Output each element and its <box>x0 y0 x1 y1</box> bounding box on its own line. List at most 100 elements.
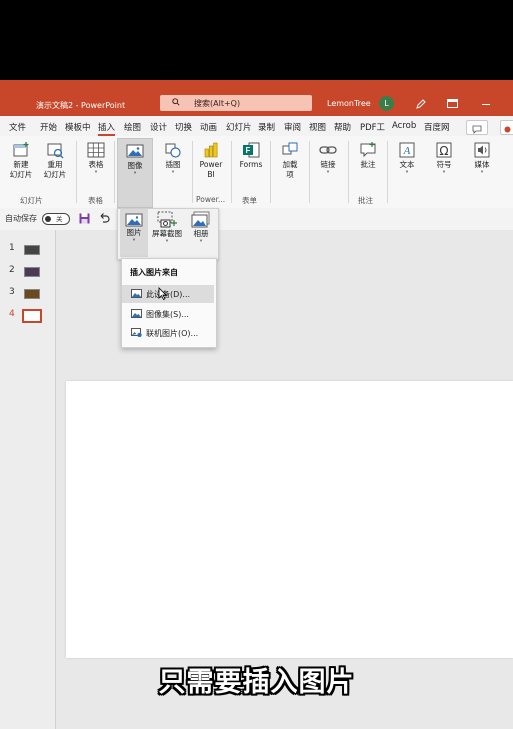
media-label: 媒体 <box>474 160 490 169</box>
screenshot-button[interactable]: 屏幕截图 ˅ <box>150 210 184 249</box>
new-slide-label-2: 幻灯片 <box>9 170 33 179</box>
slide-thumbnail[interactable] <box>24 289 40 299</box>
link-dropdown-arrow: ˅ <box>326 170 330 179</box>
tab-home[interactable]: 开始 <box>40 121 57 133</box>
text-dropdown-arrow: ˅ <box>405 170 409 179</box>
tab-help[interactable]: 帮助 <box>334 121 351 133</box>
screenshot-icon <box>157 211 177 228</box>
tab-file[interactable]: 文件 <box>9 121 26 133</box>
image-icon <box>126 144 144 158</box>
pictures-button[interactable]: 图片 ˅ <box>120 209 148 257</box>
undo-icon[interactable] <box>98 212 110 224</box>
reuse-slide-button[interactable]: 重用 幻灯片 <box>38 140 72 180</box>
slide-canvas[interactable] <box>66 381 513 658</box>
addins-button[interactable]: 加载 项 <box>273 140 307 180</box>
power-bi-label-2: BI <box>207 170 215 179</box>
tab-review[interactable]: 审阅 <box>284 121 301 133</box>
tab-view[interactable]: 视图 <box>309 121 326 133</box>
autosave-state: 关 <box>56 215 63 223</box>
media-button[interactable]: 媒体 ˅ <box>465 140 499 180</box>
ribbon-display-icon[interactable] <box>447 99 458 108</box>
quick-access-toolbar <box>0 208 513 230</box>
shapes-icon <box>165 143 181 158</box>
save-icon[interactable] <box>79 213 90 224</box>
group-label-tables: 表格 <box>88 196 103 205</box>
tab-slideshow[interactable]: 幻灯片 <box>226 121 252 133</box>
avatar[interactable]: L <box>379 96 394 111</box>
tab-insert[interactable]: 插入 <box>98 121 116 136</box>
group-separator <box>309 141 310 203</box>
tab-baidu[interactable]: 百度网 <box>424 121 450 133</box>
tab-draw[interactable]: 绘图 <box>124 121 141 133</box>
tab-acrobat[interactable]: Acrob <box>392 121 416 131</box>
group-separator <box>270 141 271 203</box>
slide-thumbnail[interactable] <box>24 267 40 277</box>
window-title: 演示文稿2 - PowerPoint <box>36 101 126 110</box>
symbol-dropdown-arrow: ˅ <box>442 170 446 179</box>
slide-thumbnail[interactable] <box>24 245 40 255</box>
minimize-icon[interactable] <box>482 104 490 105</box>
group-label-forms: 表单 <box>242 196 257 205</box>
comments-button[interactable] <box>466 120 488 135</box>
power-bi-button[interactable]: Power BI <box>194 140 228 180</box>
online-pictures-icon <box>131 328 142 337</box>
slide-number: 4 <box>9 309 15 319</box>
tab-transitions[interactable]: 切换 <box>175 121 192 133</box>
power-bi-icon <box>204 142 218 158</box>
text-icon: A <box>399 142 415 158</box>
new-slide-label-1: 新建 <box>13 160 29 169</box>
reuse-slide-icon <box>47 143 64 159</box>
table-button[interactable]: 表格 ˅ <box>79 140 113 180</box>
symbol-button[interactable]: Ω 符号 ˅ <box>427 140 461 180</box>
text-button[interactable]: A 文本 ˅ <box>390 140 424 180</box>
table-dropdown-arrow: ˅ <box>94 170 98 179</box>
image-dropdown-arrow: ˅ <box>133 171 137 180</box>
tab-design[interactable]: 设计 <box>150 121 167 133</box>
dropdown-header: 插入图片来自 <box>130 268 178 277</box>
photo-album-button[interactable]: 相册 ˅ <box>184 210 218 249</box>
pen-icon[interactable] <box>415 98 427 110</box>
slide-number: 2 <box>9 265 15 275</box>
link-button[interactable]: 链接 ˅ <box>311 140 345 180</box>
slide-thumbnail-selected[interactable] <box>22 309 42 323</box>
image-button[interactable]: 图像 ˅ <box>117 138 153 208</box>
table-icon <box>87 142 105 158</box>
power-bi-label-1: Power <box>199 160 223 169</box>
tab-record[interactable]: 录制 <box>258 121 275 133</box>
photo-album-label: 相册 <box>193 229 209 238</box>
svg-text:Ω: Ω <box>439 144 448 158</box>
pictures-dropdown-arrow: ˅ <box>132 238 136 247</box>
slide-number: 3 <box>9 287 15 297</box>
comment-button[interactable]: 批注 <box>351 140 385 170</box>
comment-icon <box>472 125 482 134</box>
user-name[interactable]: LemonTree <box>327 99 371 108</box>
addins-icon <box>282 142 298 155</box>
photo-album-icon <box>191 211 210 228</box>
illustrations-label: 插图 <box>165 160 181 169</box>
svg-text:A: A <box>403 145 411 157</box>
reuse-slide-label-2: 幻灯片 <box>43 170 67 179</box>
screenshot-label: 屏幕截图 <box>152 229 182 238</box>
mouse-cursor-icon <box>158 287 167 300</box>
tab-template[interactable]: 模板中 <box>65 121 91 133</box>
new-slide-icon <box>13 142 29 157</box>
group-separator <box>114 141 115 203</box>
text-label: 文本 <box>399 160 415 169</box>
menu-item-online-pictures-label: 联机图片(O)... <box>146 329 199 338</box>
menu-item-stock-images-label: 图像集(S)... <box>146 310 189 319</box>
tab-pdf[interactable]: PDF工 <box>360 121 385 133</box>
forms-button[interactable]: F Forms <box>234 140 268 170</box>
forms-icon: F <box>243 142 260 158</box>
link-label: 链接 <box>320 160 336 169</box>
share-icon <box>504 126 511 133</box>
autosave-label: 自动保存 <box>5 214 37 223</box>
device-picture-icon <box>131 289 142 298</box>
tab-animations[interactable]: 动画 <box>200 121 217 133</box>
reuse-slide-label-1: 重用 <box>47 160 63 169</box>
share-button[interactable] <box>500 120 513 135</box>
screenshot-dropdown-arrow: ˅ <box>165 239 169 248</box>
stock-images-icon <box>131 309 142 318</box>
omega-icon: Ω <box>436 142 452 158</box>
illustrations-button[interactable]: 插图 ˅ <box>156 140 190 180</box>
new-slide-button[interactable]: 新建 幻灯片 <box>4 140 38 180</box>
